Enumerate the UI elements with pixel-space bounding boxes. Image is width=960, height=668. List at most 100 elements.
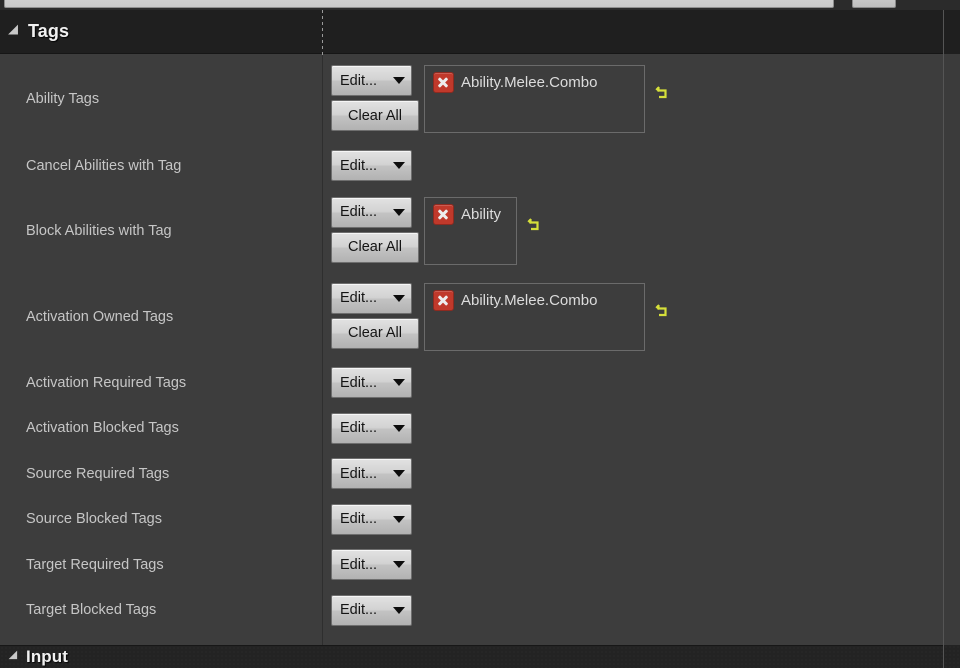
button-column: Edit... Clear All [331, 196, 419, 263]
clear-all-label: Clear All [348, 325, 402, 341]
button-column: Edit... Clear All [331, 65, 419, 131]
chevron-down-icon [393, 379, 405, 386]
column-splitter-header[interactable] [322, 10, 323, 55]
row-label: Cancel Abilities with Tag [26, 157, 182, 174]
chevron-down-icon [393, 515, 405, 523]
table-row: Target Required Tags Edit... [0, 542, 943, 587]
row-value: Edit... [322, 458, 943, 489]
tag-label: Ability.Melee.Combo [461, 74, 598, 91]
section-title: Tags [28, 21, 70, 41]
row-label: Source Blocked Tags [26, 511, 162, 527]
clear-all-button[interactable]: Clear All [331, 317, 419, 349]
remove-x-icon[interactable] [433, 289, 454, 311]
tag-list-box[interactable]: Ability.Melee.Combo [424, 282, 645, 351]
chevron-down-icon [393, 424, 405, 432]
edit-button[interactable]: Edit... [331, 412, 412, 444]
row-label: Activation Owned Tags [26, 308, 174, 325]
row-label: Activation Required Tags [26, 374, 187, 391]
row-label: Target Required Tags [26, 556, 164, 573]
edit-button[interactable]: Edit... [331, 594, 412, 626]
edit-button-label: Edit... [340, 204, 378, 220]
table-row: Activation Blocked Tags Edit... [0, 405, 943, 451]
row-label: Activation Blocked Tags [26, 420, 179, 436]
tag-list-box[interactable]: Ability [424, 196, 517, 265]
edit-button-label: Edit... [340, 465, 378, 482]
right-gutter [944, 10, 960, 668]
edit-button-label: Edit... [340, 511, 378, 527]
section-header-input[interactable]: Input [0, 645, 943, 668]
remove-x-icon[interactable] [433, 203, 454, 225]
row-value: Edit... Clear All Ability [322, 196, 943, 265]
chevron-down-icon [393, 77, 405, 84]
clear-all-button[interactable]: Clear All [331, 231, 419, 263]
section-header-tags[interactable]: Tags [0, 10, 943, 54]
gutter-footer-cap [944, 645, 960, 668]
top-strip-button[interactable] [852, 0, 896, 8]
section-title: Input [26, 647, 69, 666]
edit-button-label: Edit... [340, 290, 378, 306]
chevron-down-icon [393, 561, 405, 568]
edit-button-label: Edit... [340, 556, 378, 573]
edit-button[interactable]: Edit... [331, 196, 412, 228]
table-row: Source Blocked Tags Edit... [0, 496, 943, 542]
list-item: Ability.Melee.Combo [433, 289, 636, 311]
search-input[interactable] [4, 0, 834, 8]
row-value: Edit... [322, 503, 943, 535]
edit-button[interactable]: Edit... [331, 282, 412, 314]
clear-all-label: Clear All [348, 107, 402, 124]
tag-label: Ability [461, 205, 502, 223]
chevron-down-icon [393, 294, 405, 302]
edit-button-label: Edit... [340, 72, 378, 89]
row-value: Edit... [322, 412, 943, 444]
edit-button[interactable]: Edit... [331, 503, 412, 535]
chevron-down-icon [393, 208, 405, 216]
edit-button-label: Edit... [340, 374, 378, 391]
clear-all-button[interactable]: Clear All [331, 100, 419, 131]
property-rows: Ability Tags Edit... Clear All Ability.M… [0, 55, 943, 645]
table-row: Source Required Tags Edit... [0, 451, 943, 496]
table-row: Activation Owned Tags Edit... Clear All … [0, 273, 943, 360]
edit-button-label: Edit... [340, 157, 378, 174]
table-row: Ability Tags Edit... Clear All Ability.M… [0, 55, 943, 143]
row-label: Block Abilities with Tag [26, 222, 172, 239]
edit-button-label: Edit... [340, 420, 378, 436]
row-label: Ability Tags [26, 91, 100, 107]
button-column: Edit... Clear All [331, 282, 419, 349]
column-splitter[interactable] [322, 55, 323, 645]
top-search-strip [0, 0, 960, 10]
list-item: Ability [433, 203, 508, 225]
table-row: Block Abilities with Tag Edit... Clear A… [0, 188, 943, 273]
edit-button[interactable]: Edit... [331, 65, 412, 96]
remove-x-icon[interactable] [433, 72, 454, 93]
tag-label: Ability.Melee.Combo [461, 291, 598, 309]
row-value: Edit... Clear All Ability.Melee.Combo [322, 282, 943, 351]
revert-arrow-icon[interactable] [654, 85, 669, 100]
chevron-down-icon [393, 470, 405, 477]
edit-button[interactable]: Edit... [331, 150, 412, 181]
triangle-down-icon [8, 24, 23, 39]
gutter-header-cap [944, 10, 960, 54]
details-panel: Tags Ability Tags Edit... Clear All Abil… [0, 0, 960, 668]
table-row: Cancel Abilities with Tag Edit... [0, 143, 943, 188]
table-row: Target Blocked Tags Edit... [0, 587, 943, 633]
edit-button[interactable]: Edit... [331, 367, 412, 398]
row-value: Edit... [322, 549, 943, 580]
triangle-down-icon [8, 650, 22, 664]
revert-arrow-icon[interactable] [654, 303, 669, 318]
row-value: Edit... [322, 367, 943, 398]
edit-button-label: Edit... [340, 602, 378, 618]
row-value: Edit... [322, 594, 943, 626]
clear-all-label: Clear All [348, 239, 402, 255]
row-value: Edit... [322, 150, 943, 181]
table-row: Activation Required Tags Edit... [0, 360, 943, 405]
chevron-down-icon [393, 162, 405, 169]
tag-list-box[interactable]: Ability.Melee.Combo [424, 65, 645, 133]
edit-button[interactable]: Edit... [331, 458, 412, 489]
edit-button[interactable]: Edit... [331, 549, 412, 580]
chevron-down-icon [393, 606, 405, 614]
row-value: Edit... Clear All Ability.Melee.Combo [322, 65, 943, 133]
list-item: Ability.Melee.Combo [433, 72, 636, 93]
revert-arrow-icon[interactable] [526, 217, 541, 232]
row-label: Target Blocked Tags [26, 602, 157, 618]
row-label: Source Required Tags [26, 465, 170, 482]
